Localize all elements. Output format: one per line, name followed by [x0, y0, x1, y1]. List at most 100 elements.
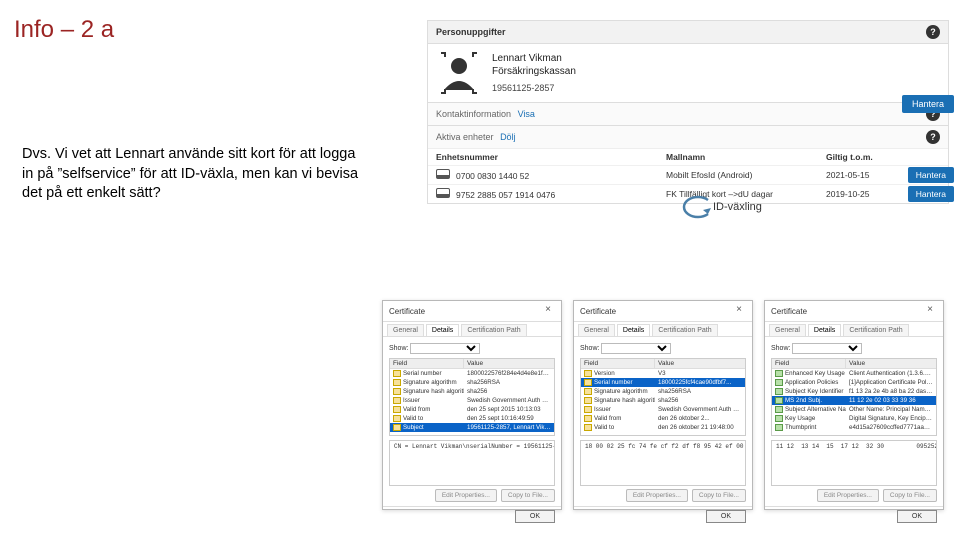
callout-arrow	[678, 192, 712, 222]
show-select[interactable]	[601, 343, 671, 354]
person-info-panel: Personuppgifter ? Lennart Vikman Försäkr…	[427, 20, 949, 204]
help-icon[interactable]: ?	[926, 25, 940, 39]
cert-field-row[interactable]: Application Policies [1]Application Cert…	[772, 378, 936, 387]
arrow-label: ID-växling	[713, 201, 762, 213]
cert-field-row[interactable]: Serial number 18000225fcf4cae90dfbf7...	[581, 378, 745, 387]
col-device: Enhetsnummer	[436, 152, 666, 162]
cert-field-row[interactable]: Signature algorithm sha256RSA	[581, 387, 745, 396]
copy-to-file-button[interactable]: Copy to File...	[692, 489, 746, 502]
help-icon[interactable]: ?	[926, 130, 940, 144]
cert-field-row[interactable]: Valid from den 25 sept 2015 10:13:03	[390, 405, 554, 414]
cert-field-row[interactable]: Signature hash algorithm sha256	[581, 396, 745, 405]
contact-section: Kontaktinformation Visa ?	[428, 102, 948, 125]
edit-properties-button[interactable]: Edit Properties...	[817, 489, 879, 502]
cert-field-list[interactable]: Field Value Serial number 1800022576f284…	[389, 358, 555, 436]
field-icon	[584, 406, 592, 413]
devices-label: Aktiva enheter	[436, 132, 494, 142]
manage-button[interactable]: Hantera	[908, 186, 954, 202]
cert-field-row[interactable]: Signature algorithm sha256RSA	[390, 378, 554, 387]
tab-certpath[interactable]: Certification Path	[843, 324, 908, 336]
tab-details[interactable]: Details	[617, 324, 650, 336]
cert-field-row[interactable]: Valid to den 25 sept 10:16:49:59	[390, 414, 554, 423]
show-select[interactable]	[410, 343, 480, 354]
profile-row: Lennart Vikman Försäkringskassan 1956112…	[428, 44, 948, 102]
field-icon	[775, 415, 783, 422]
device-number: 9752 2885 057 1914 0476	[456, 190, 555, 200]
avatar-icon	[436, 50, 482, 96]
tab-general[interactable]: General	[578, 324, 615, 336]
cert-field-row[interactable]: Serial number 1800022576f284e4d4e8e1f7..…	[390, 369, 554, 378]
window-titlebar: Certificate ×	[765, 301, 943, 322]
card-icon	[436, 188, 450, 198]
devices-table-header: Enhetsnummer Mallnamn Giltig t.o.m.	[428, 148, 948, 165]
copy-to-file-button[interactable]: Copy to File...	[501, 489, 555, 502]
tab-certpath[interactable]: Certification Path	[652, 324, 717, 336]
cert-field-row[interactable]: Version V3	[581, 369, 745, 378]
cert-detail-box: 11 12 13 14 15 17 12 32 30 0952522\n31 3…	[771, 440, 937, 486]
field-icon	[393, 379, 401, 386]
device-name: Mobilt EfosId (Android)	[666, 170, 826, 180]
window-titlebar: Certificate ×	[574, 301, 752, 322]
cert-field-row[interactable]: Issuer Swedish Government Auth CA...	[390, 396, 554, 405]
panel-header: Personuppgifter ?	[428, 21, 948, 44]
copy-to-file-button[interactable]: Copy to File...	[883, 489, 937, 502]
cert-field-row[interactable]: Enhanced Key Usage Client Authentication…	[772, 369, 936, 378]
window-title: Certificate	[389, 307, 425, 316]
tab-details[interactable]: Details	[426, 324, 459, 336]
col-valid: Giltig t.o.m.	[826, 152, 940, 162]
cert-list-header: Field Value	[581, 359, 745, 369]
cert-list-header: Field Value	[390, 359, 554, 369]
cert-field-row[interactable]: Subject Alternative Name Other Name: Pri…	[772, 405, 936, 414]
cert-tabs: General Details Certification Path	[574, 322, 752, 337]
cert-field-row[interactable]: Issuer Swedish Government Auth CA...	[581, 405, 745, 414]
manage-button[interactable]: Hantera	[902, 95, 954, 113]
devices-link[interactable]: Dölj	[500, 132, 516, 142]
window-title: Certificate	[580, 307, 616, 316]
cert-field-row[interactable]: Key Usage Digital Signature, Key Enciphe…	[772, 414, 936, 423]
cert-field-row[interactable]: Valid from den 26 oktober 2...	[581, 414, 745, 423]
tab-general[interactable]: General	[387, 324, 424, 336]
edit-properties-button[interactable]: Edit Properties...	[435, 489, 497, 502]
cert-tabs: General Details Certification Path	[383, 322, 561, 337]
slide-title: Info – 2 a	[14, 16, 114, 44]
field-icon	[393, 388, 401, 395]
cert-field-row[interactable]: Subject 19561125-2857, Lennart Vikm...	[390, 423, 554, 432]
edit-properties-button[interactable]: Edit Properties...	[626, 489, 688, 502]
cert-field-list[interactable]: Field Value Enhanced Key Usage Client Au…	[771, 358, 937, 436]
close-icon[interactable]: ×	[923, 304, 937, 318]
devices-section: Aktiva enheter Dölj ?	[428, 125, 948, 148]
ok-button[interactable]: OK	[706, 510, 746, 523]
field-icon	[393, 370, 401, 377]
cert-field-row[interactable]: Valid to den 26 oktober 21 19:48:00	[581, 423, 745, 432]
close-icon[interactable]: ×	[732, 304, 746, 318]
field-icon	[584, 370, 592, 377]
slide-body-text: Dvs. Vi vet att Lennart använde sitt kor…	[22, 145, 362, 204]
show-filter: Show:	[389, 343, 555, 354]
tab-details[interactable]: Details	[808, 324, 841, 336]
cert-tabs: General Details Certification Path	[765, 322, 943, 337]
certificate-window: Certificate × General Details Certificat…	[764, 300, 944, 510]
cert-field-row[interactable]: Thumbprint e4d15a27609ccffed7771aa5ca1ca…	[772, 423, 936, 432]
cert-field-row[interactable]: Subject Key Identifier f1 13 2a 2e 4b a8…	[772, 387, 936, 396]
cert-field-row[interactable]: MS 2nd Subj. 11 12 2e 02 03 33 39 36	[772, 396, 936, 405]
show-select[interactable]	[792, 343, 862, 354]
profile-name: Lennart Vikman	[492, 53, 576, 64]
card-icon	[436, 169, 450, 179]
tab-certpath[interactable]: Certification Path	[461, 324, 526, 336]
device-number: 0700 0830 1440 52	[456, 171, 529, 181]
close-icon[interactable]: ×	[541, 304, 555, 318]
contact-link[interactable]: Visa	[518, 109, 535, 119]
ok-button[interactable]: OK	[897, 510, 937, 523]
field-icon	[775, 388, 783, 395]
profile-org: Försäkringskassan	[492, 66, 576, 77]
ok-button[interactable]: OK	[515, 510, 555, 523]
col-name: Mallnamn	[666, 152, 826, 162]
window-title: Certificate	[771, 307, 807, 316]
field-icon	[584, 388, 592, 395]
field-icon	[393, 406, 401, 413]
tab-general[interactable]: General	[769, 324, 806, 336]
field-icon	[393, 397, 401, 404]
manage-button[interactable]: Hantera	[908, 167, 954, 183]
cert-field-list[interactable]: Field Value Version V3 Serial number 180…	[580, 358, 746, 436]
cert-field-row[interactable]: Signature hash algorithm sha256	[390, 387, 554, 396]
